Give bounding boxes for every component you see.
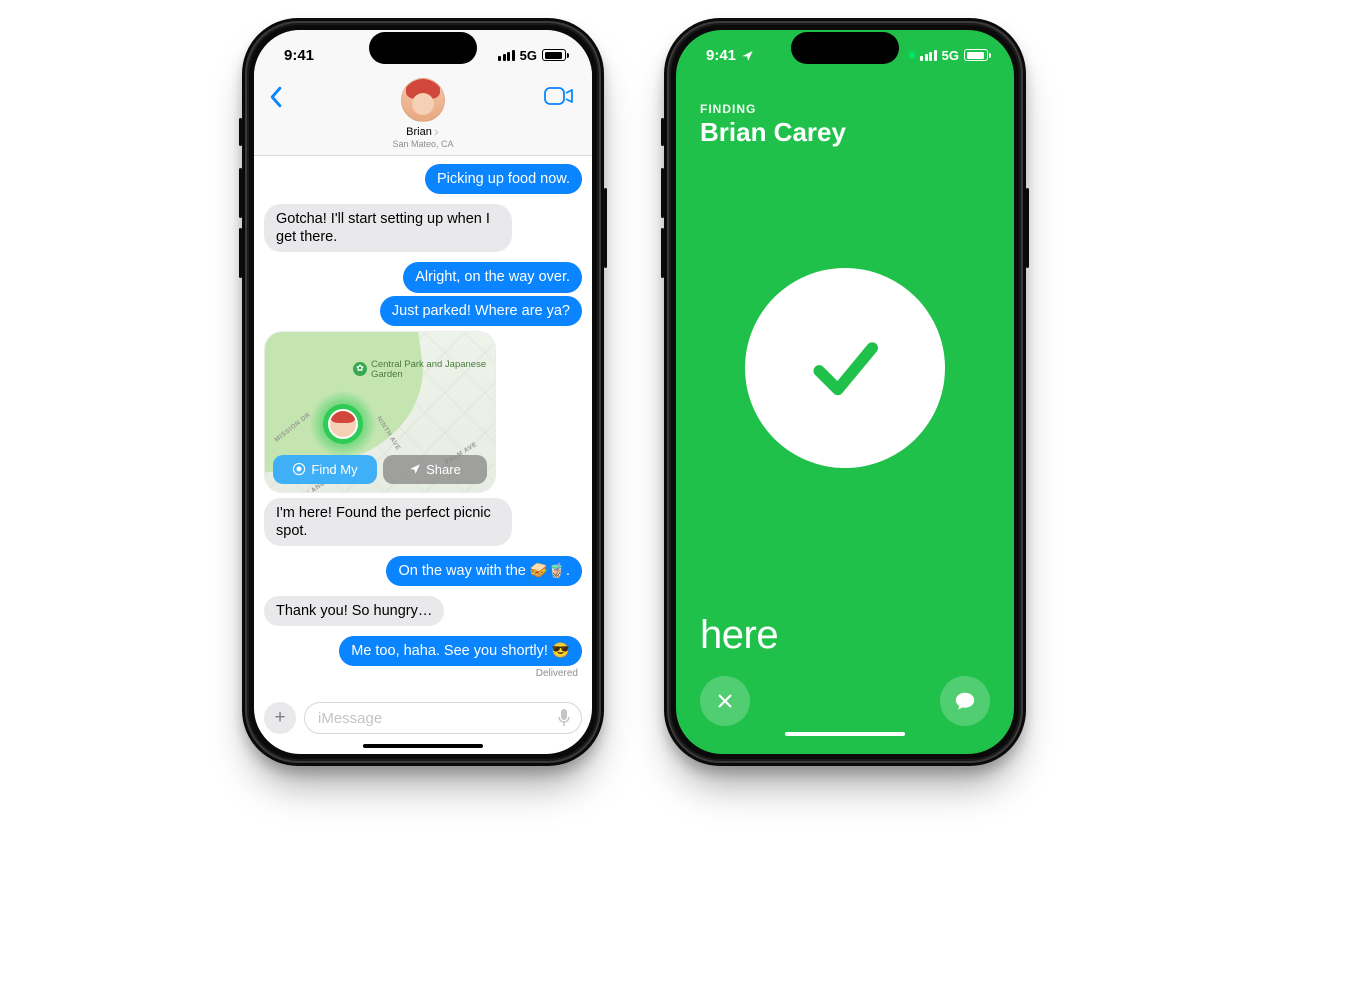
status-time: 9:41	[706, 47, 736, 64]
message-button[interactable]	[940, 676, 990, 726]
park-icon: ✿	[353, 362, 367, 376]
privacy-indicator-icon	[909, 52, 915, 58]
home-indicator[interactable]	[785, 732, 905, 736]
message-input-bar: + iMessage	[254, 696, 592, 740]
dictation-icon[interactable]	[557, 708, 571, 728]
message-icon	[954, 690, 976, 712]
home-indicator[interactable]	[363, 744, 483, 748]
close-button[interactable]	[700, 676, 750, 726]
location-arrow-icon	[409, 463, 421, 475]
message-out[interactable]: Picking up food now.	[425, 164, 582, 194]
share-button[interactable]: Share	[383, 455, 487, 484]
contact-location-label: San Mateo, CA	[392, 139, 453, 149]
add-attachment-button[interactable]: +	[264, 702, 296, 734]
message-out[interactable]: Alright, on the way over.	[403, 262, 582, 292]
dynamic-island	[791, 32, 899, 64]
location-services-icon	[741, 49, 754, 62]
back-button[interactable]	[268, 86, 283, 113]
message-out[interactable]: Just parked! Where are ya?	[380, 296, 582, 326]
map-preview[interactable]: MISSION DR NINTH AVE PALM AVE LANE AVE ✿…	[265, 332, 495, 492]
contact-name-button[interactable]: Brian	[406, 126, 440, 138]
message-input[interactable]: iMessage	[304, 702, 582, 734]
findmy-icon	[292, 462, 306, 476]
message-out[interactable]: On the way with the 🥪🧋.	[386, 556, 582, 586]
checkmark-icon	[802, 325, 888, 411]
signal-icon	[498, 50, 515, 61]
network-label: 5G	[520, 48, 537, 63]
close-icon	[716, 692, 734, 710]
find-my-button[interactable]: Find My	[273, 455, 377, 484]
battery-icon	[964, 49, 988, 61]
found-indicator	[745, 268, 945, 468]
battery-icon	[542, 49, 566, 61]
network-label: 5G	[942, 48, 959, 63]
status-time: 9:41	[284, 47, 314, 64]
finding-name: Brian Carey	[700, 118, 990, 148]
contact-avatar[interactable]	[401, 78, 445, 122]
phone-messages: 9:41 5G	[242, 18, 604, 766]
dynamic-island	[369, 32, 477, 64]
message-in[interactable]: I'm here! Found the perfect picnic spot.	[264, 498, 512, 546]
message-out[interactable]: Me too, haha. See you shortly! 😎	[339, 636, 582, 666]
chevron-right-icon	[433, 129, 440, 136]
message-thread[interactable]: Picking up food now. Gotcha! I'll start …	[254, 156, 592, 696]
location-attachment[interactable]: MISSION DR NINTH AVE PALM AVE LANE AVE ✿…	[264, 331, 496, 493]
signal-icon	[920, 50, 937, 61]
map-poi-label: ✿ Central Park and Japanese Garden	[371, 360, 495, 381]
facetime-button[interactable]	[544, 86, 574, 111]
distance-label: here	[700, 613, 990, 658]
phone-findmy: 9:41 5G FINDING Brian Carey	[664, 18, 1026, 766]
message-in[interactable]: Thank you! So hungry…	[264, 596, 444, 626]
delivered-label: Delivered	[536, 668, 582, 679]
finding-eyebrow: FINDING	[700, 102, 990, 116]
message-in[interactable]: Gotcha! I'll start setting up when I get…	[264, 204, 512, 252]
